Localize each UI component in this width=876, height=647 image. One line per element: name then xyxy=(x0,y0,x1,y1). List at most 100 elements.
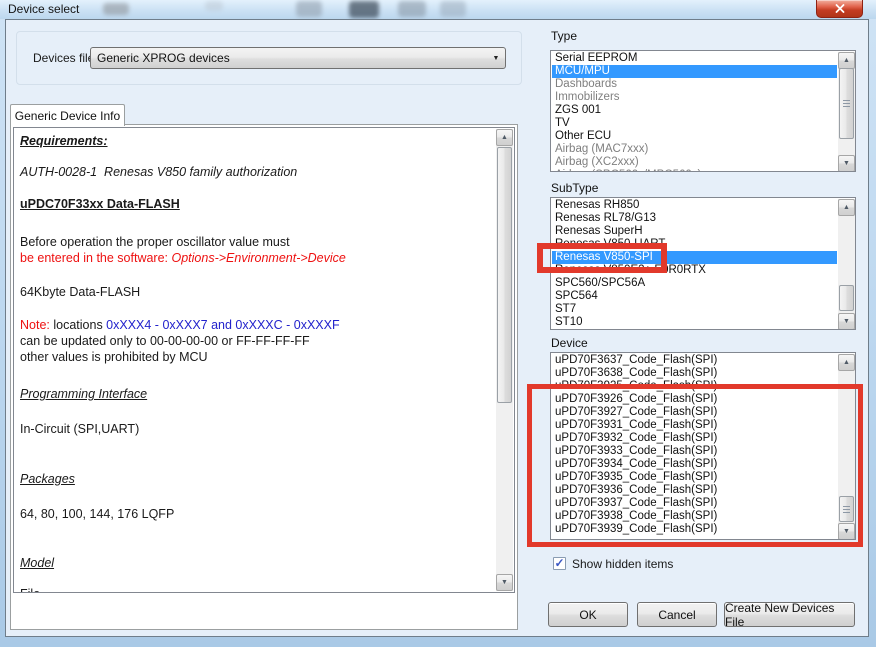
device-family-heading: uPDC70F33xx Data-FLASH xyxy=(20,197,180,211)
scroll-up-button[interactable]: ▲ xyxy=(838,354,855,371)
scroll-up-icon: ▲ xyxy=(843,359,850,366)
scrollbar-thumb[interactable] xyxy=(839,285,854,311)
programming-interface-value: In-Circuit (SPI,UART) xyxy=(20,422,140,436)
auth-line: AUTH-0028-1 Renesas V850 family authoriz… xyxy=(20,165,298,179)
devices-file-value: Generic XPROG devices xyxy=(97,51,230,65)
device-scrollbar[interactable]: ▲ ▼ xyxy=(838,354,855,539)
device-list-item[interactable]: uPD70F3937_Code_Flash(SPI) xyxy=(552,497,837,510)
packages-value: 64, 80, 100, 144, 176 LQFP xyxy=(20,507,175,521)
type-list-item[interactable]: Immobilizers xyxy=(552,91,837,104)
type-list-item[interactable]: Airbag (SPC560x/MPC560x) xyxy=(552,169,837,171)
tab-generic-device-info[interactable]: Generic Device Info xyxy=(10,104,125,126)
type-list-item[interactable]: TV xyxy=(552,117,837,130)
show-hidden-label: Show hidden items xyxy=(572,557,674,571)
note-line3: other values is prohibited by MCU xyxy=(20,350,208,364)
scroll-up-button[interactable]: ▲ xyxy=(496,129,513,146)
type-list-item[interactable]: Airbag (MAC7xxx) xyxy=(552,143,837,156)
device-listbox[interactable]: uPD70F3637_Code_Flash(SPI) uPD70F3638_Cod… xyxy=(550,352,856,540)
scroll-up-icon: ▲ xyxy=(843,204,850,211)
create-new-devices-file-label: Create New Devices File xyxy=(725,600,835,629)
cancel-label: Cancel xyxy=(658,607,696,622)
note-label: Note: xyxy=(20,318,50,332)
note-line2: can be updated only to 00-00-00-00 or FF… xyxy=(20,334,310,348)
type-list-item[interactable]: Serial EEPROM xyxy=(552,52,837,65)
scroll-down-icon: ▼ xyxy=(843,318,850,325)
scroll-down-button[interactable]: ▼ xyxy=(496,574,513,591)
close-icon xyxy=(835,0,845,18)
file-heading: File xyxy=(20,587,40,592)
scroll-up-button[interactable]: ▲ xyxy=(838,199,855,216)
ok-button[interactable]: OK xyxy=(548,602,628,627)
type-scrollbar[interactable]: ▲ ▼ xyxy=(838,52,855,171)
toolbar-icon xyxy=(349,1,379,18)
scroll-up-icon: ▲ xyxy=(843,57,850,64)
title-bar[interactable]: Device select xyxy=(0,0,876,19)
scroll-down-icon: ▼ xyxy=(843,160,850,167)
subtype-list-item[interactable]: Renesas RL78/G13 xyxy=(552,212,837,225)
cancel-button[interactable]: Cancel xyxy=(637,602,717,627)
device-list-item[interactable]: uPD70F3938_Code_Flash(SPI) xyxy=(552,510,837,523)
scroll-down-button[interactable]: ▼ xyxy=(838,155,855,171)
info-scrollbar[interactable]: ▲ ▼ xyxy=(496,129,513,591)
subtype-list-item[interactable]: Renesas RH850 xyxy=(552,199,837,212)
subtype-list-item[interactable]: ST10 xyxy=(552,316,837,329)
subtype-list-item[interactable]: Renesas V850E2+ E0R0RTX xyxy=(552,264,837,277)
subtype-scrollbar[interactable]: ▲ ▼ xyxy=(838,199,855,329)
device-list-item[interactable]: uPD70F3926_Code_Flash(SPI) xyxy=(552,393,837,406)
type-list-item[interactable]: ZGS 001 xyxy=(552,104,837,117)
close-button[interactable] xyxy=(816,0,863,18)
device-list-item[interactable]: uPD70F3936_Code_Flash(SPI) xyxy=(552,484,837,497)
type-listbox[interactable]: Serial EEPROM MCU/MPU Dashboards Immobilize… xyxy=(550,50,856,172)
type-list-item[interactable]: MCU/MPU xyxy=(552,65,837,78)
note-line1: Note: locations 0xXXX4 - 0xXXX7 and 0xXX… xyxy=(20,318,340,332)
subtype-label: SubType xyxy=(551,181,599,195)
scroll-up-button[interactable]: ▲ xyxy=(838,52,855,69)
toolbar-icon xyxy=(398,1,426,17)
scrollbar-thumb[interactable] xyxy=(497,147,512,403)
show-hidden-checkbox[interactable]: ✓ xyxy=(553,557,566,570)
scroll-down-button[interactable]: ▼ xyxy=(838,313,855,329)
device-list-item[interactable]: uPD70F3939_Code_Flash(SPI) xyxy=(552,523,837,536)
scroll-up-icon: ▲ xyxy=(501,134,508,141)
warning-line2: be entered in the software: Options->Env… xyxy=(20,251,346,265)
devices-file-select[interactable]: Generic XPROG devices ▼ xyxy=(90,47,506,69)
dialog-title: Device select xyxy=(8,2,80,16)
device-list-item[interactable]: uPD70F3934_Code_Flash(SPI) xyxy=(552,458,837,471)
device-list-item[interactable]: uPD70F3933_Code_Flash(SPI) xyxy=(552,445,837,458)
type-label: Type xyxy=(551,29,578,43)
subtype-list-item[interactable]: Renesas V850-SPI xyxy=(552,251,837,264)
packages-heading: Packages xyxy=(20,472,75,486)
scroll-down-button[interactable]: ▼ xyxy=(838,523,855,539)
toolbar-icon xyxy=(205,1,223,11)
scroll-down-icon: ▼ xyxy=(501,579,508,586)
type-list-item[interactable]: Dashboards xyxy=(552,78,837,91)
type-list-item[interactable]: Airbag (XC2xxx) xyxy=(552,156,837,169)
device-list-item[interactable]: uPD70F3927_Code_Flash(SPI) xyxy=(552,406,837,419)
device-list-item[interactable]: uPD70F3931_Code_Flash(SPI) xyxy=(552,419,837,432)
pencil-icon xyxy=(103,3,129,15)
subtype-listbox[interactable]: Renesas RH850 Renesas RL78/G13 Renesas Sup… xyxy=(550,197,856,330)
warning-line1: Before operation the proper oscillator v… xyxy=(20,235,290,249)
device-list-item[interactable]: uPD70F3637_Code_Flash(SPI) xyxy=(552,354,837,367)
device-list-item[interactable]: uPD70F3925_Code_Flash(SPI) xyxy=(552,380,837,393)
warning-line2-text: be entered in the software: xyxy=(20,251,172,265)
options-path: Options->Environment->Device xyxy=(171,251,346,265)
type-list-item[interactable]: Other ECU xyxy=(552,130,837,143)
create-new-devices-file-button[interactable]: Create New Devices File xyxy=(724,600,855,629)
subtype-list-item[interactable]: Renesas V850-UART xyxy=(552,238,837,251)
toolbar-icon xyxy=(440,1,466,17)
scrollbar-thumb[interactable] xyxy=(839,68,854,139)
device-list-item[interactable]: uPD70F3935_Code_Flash(SPI) xyxy=(552,471,837,484)
flash-size-line: 64Kbyte Data-FLASH xyxy=(20,285,141,299)
subtype-list-item[interactable]: Renesas SuperH xyxy=(552,225,837,238)
device-label: Device xyxy=(551,336,588,350)
device-list-item[interactable]: uPD70F3932_Code_Flash(SPI) xyxy=(552,432,837,445)
device-info-richtext[interactable]: Requirements: AUTH-0028-1 Renesas V850 f… xyxy=(13,127,515,593)
device-list-item[interactable]: uPD70F3638_Code_Flash(SPI) xyxy=(552,367,837,380)
note-mid: locations xyxy=(49,318,107,332)
check-icon: ✓ xyxy=(554,555,565,570)
subtype-list-item[interactable]: SPC560/SPC56A xyxy=(552,277,837,290)
subtype-list-item[interactable]: SPC564 xyxy=(552,290,837,303)
subtype-list-item[interactable]: ST7 xyxy=(552,303,837,316)
scrollbar-thumb[interactable] xyxy=(839,496,854,522)
